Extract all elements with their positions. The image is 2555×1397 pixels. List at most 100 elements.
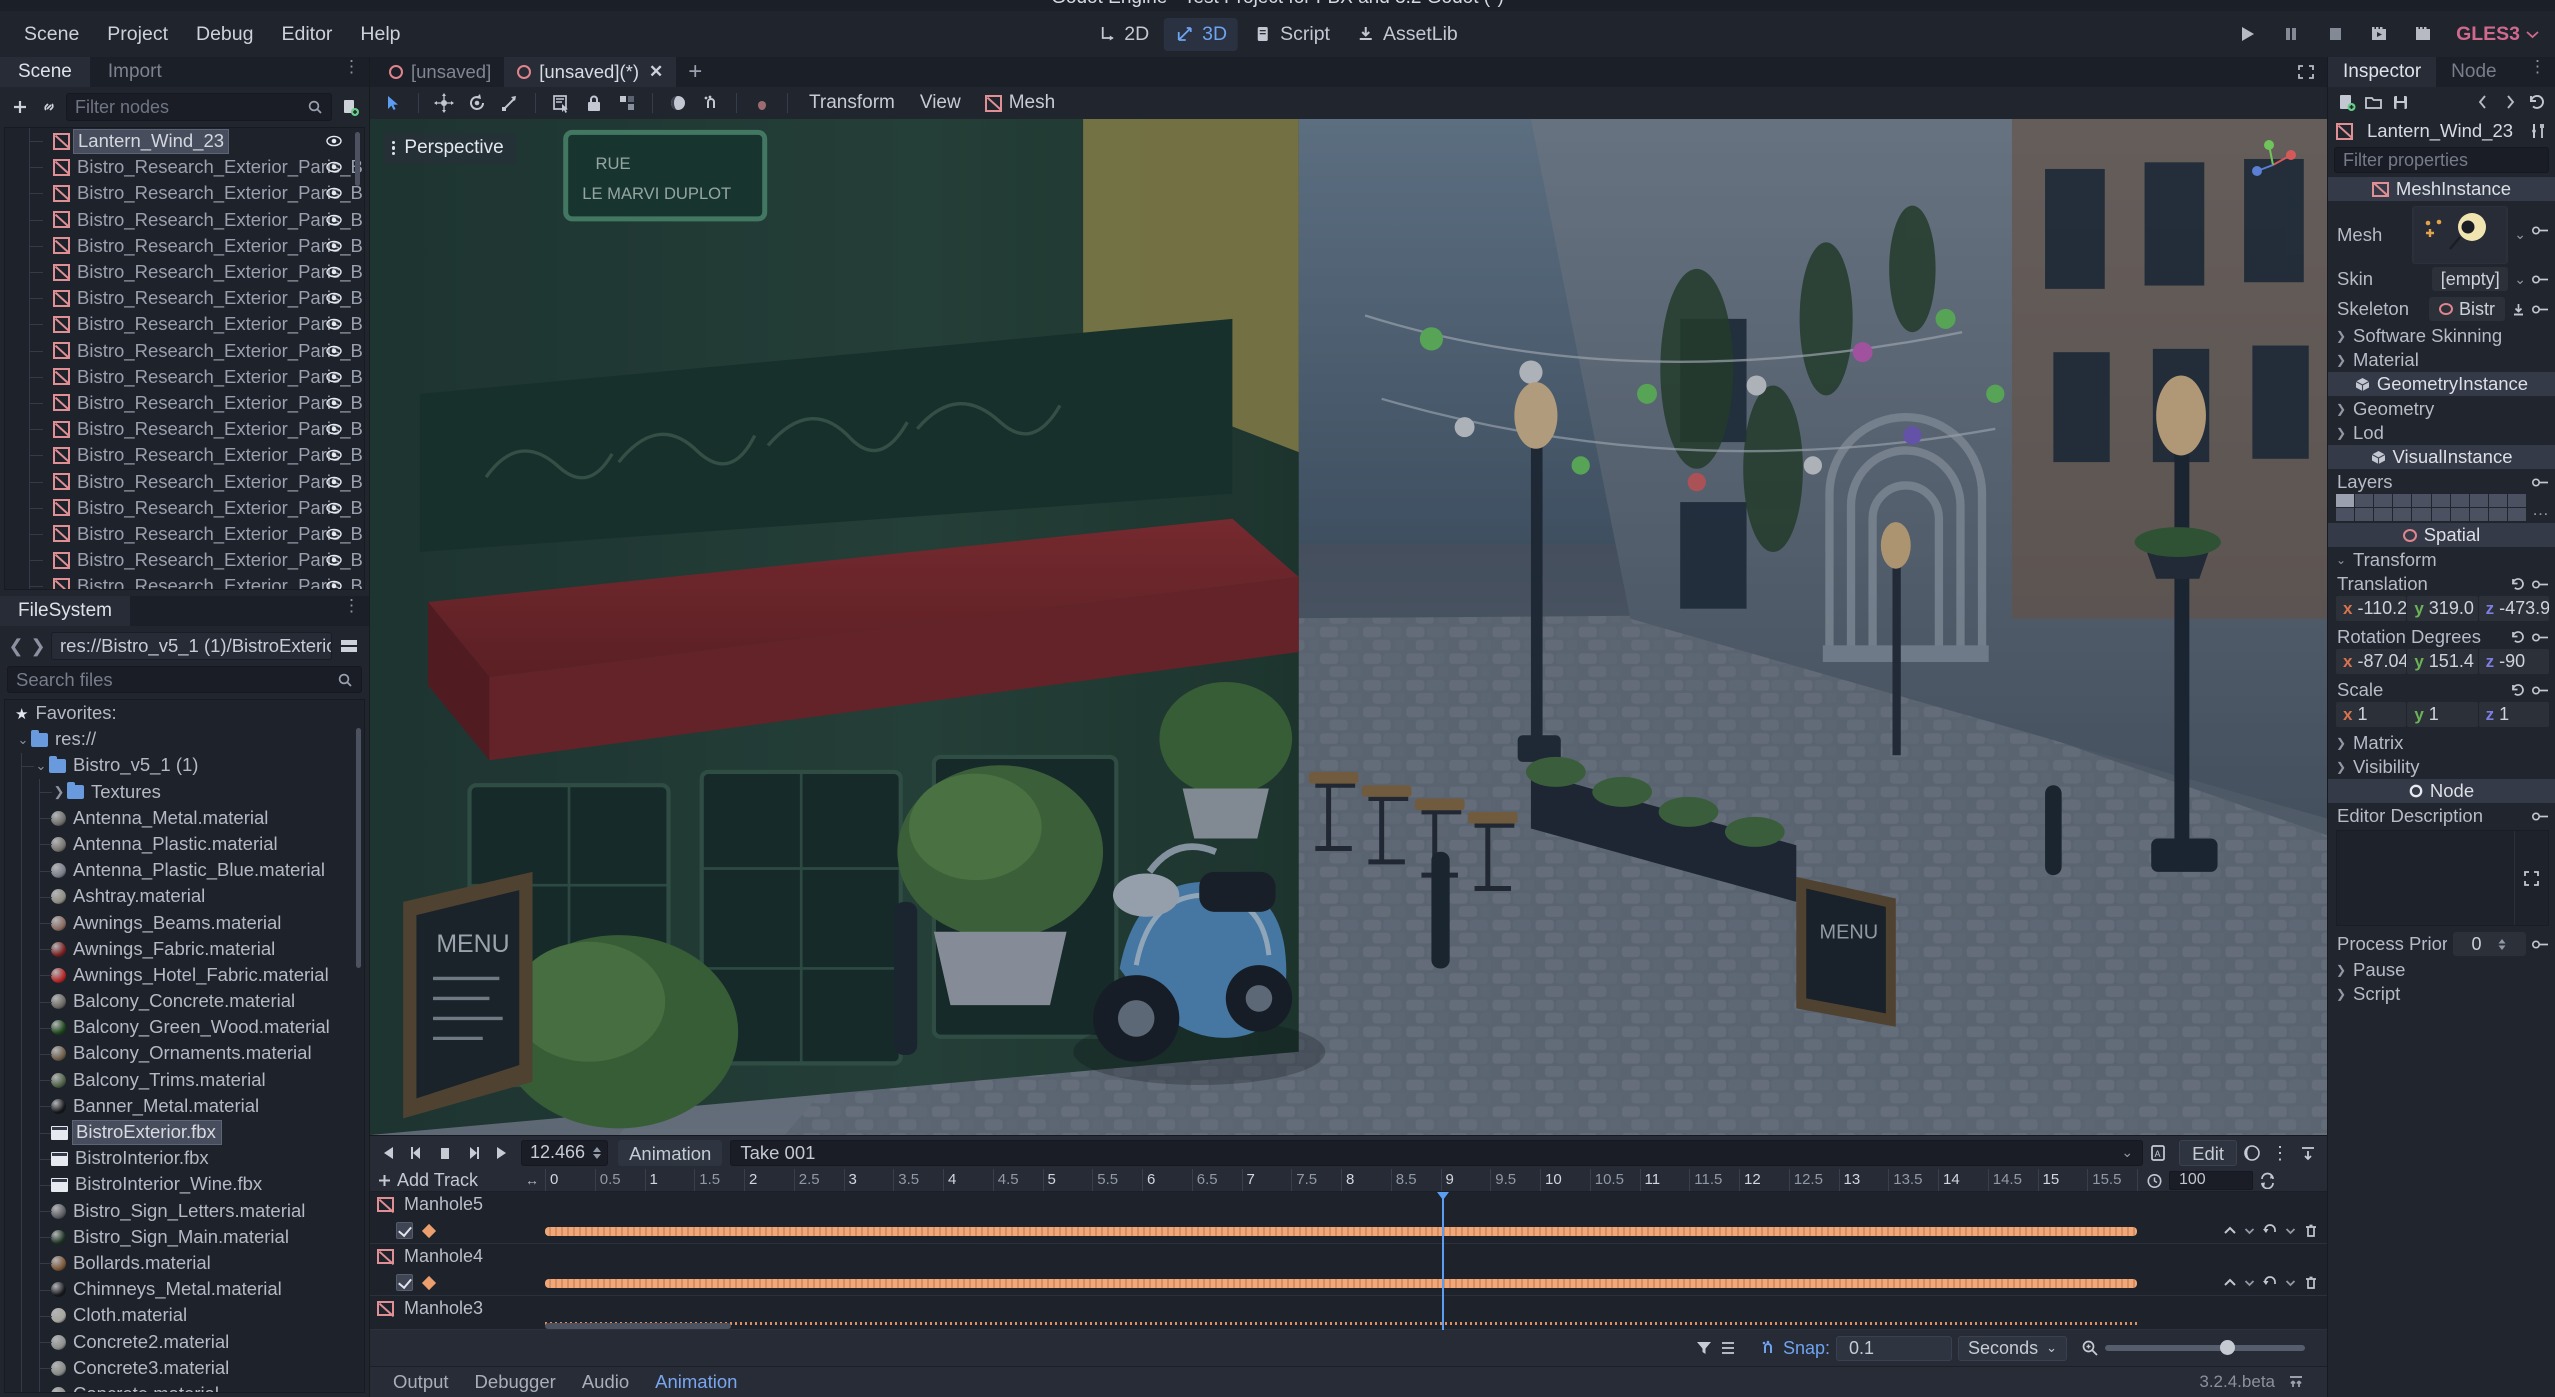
timeline-zoom-slider[interactable] [2105,1340,2305,1355]
filesystem-item[interactable]: Ashtray.material [5,883,364,910]
keyframe-key-icon[interactable] [2532,938,2549,951]
menu-debug[interactable]: Debug [182,18,267,51]
select-mode-icon[interactable] [378,90,408,116]
fold-script[interactable]: ❯ Script [2328,982,2555,1006]
layer-cells[interactable] [2336,494,2526,521]
script-add-icon[interactable] [338,94,361,120]
scene-tree-item[interactable]: Bistro_Research_Exterior_Paris_Buil [5,232,364,259]
fold-software-skinning[interactable]: ❯ Software Skinning [2328,324,2555,348]
keyframe-key-icon[interactable] [2532,303,2549,316]
scale-y-field[interactable]: y1 [2407,702,2478,727]
save-resource-icon[interactable] [2388,90,2413,114]
resize-arrows-icon[interactable]: ↔ [525,1172,539,1188]
scale-x-field[interactable]: x1 [2336,702,2407,727]
filesystem-item[interactable]: Balcony_Trims.material [5,1067,364,1094]
filesystem-item[interactable]: Bistro_Sign_Letters.material [5,1198,364,1225]
search-files-input[interactable] [16,668,337,691]
animation-menu-button[interactable]: Animation [618,1139,723,1166]
filesystem-tree[interactable]: ★ Favorites: ⌄ res://⌄ Bistro_v5_1 (1) ❯ Textu… [4,699,365,1393]
filesystem-item[interactable]: Concrete2.material [5,1328,364,1356]
scene-tab-unsaved-2[interactable]: [unsaved](*) ✕ [504,57,677,87]
fold-pause[interactable]: ❯ Pause [2328,958,2555,982]
visibility-eye-icon[interactable] [326,133,342,149]
onion-skinning-icon[interactable] [2239,1140,2265,1166]
keyframe-key-icon[interactable] [2532,631,2549,644]
keyframe-key-icon[interactable] [2532,810,2549,823]
filesystem-item[interactable]: Awnings_Fabric.material [5,936,364,963]
scene-tree-item[interactable]: Bistro_Research_Exterior_Paris_Buil [5,285,364,312]
tab-node[interactable]: Node [2436,57,2511,87]
editor-description-textarea[interactable] [2336,830,2549,926]
fold-transform[interactable]: ⌄ Transform [2328,548,2555,572]
filter-icon[interactable] [1695,1339,1713,1357]
group-icon[interactable] [612,90,642,116]
mode-script-button[interactable]: Script [1242,18,1341,51]
menu-project[interactable]: Project [93,18,182,51]
new-resource-icon[interactable] [2334,90,2359,114]
visibility-eye-icon[interactable] [326,290,342,306]
filesystem-item[interactable]: BistroInterior.fbx [5,1145,364,1172]
track-name-row[interactable]: Manhole4 [370,1244,2327,1270]
3d-viewport[interactable]: MENU MENU RUE LE MARVI DUPLOT Perspectiv… [370,119,2327,1135]
keyframe-strip[interactable] [545,1226,2137,1236]
visibility-eye-icon[interactable] [326,369,342,385]
chevron-down-icon[interactable]: ⌄ [15,732,31,748]
loop-wrap-icon[interactable] [2262,1275,2278,1290]
visibility-eye-icon[interactable] [326,447,342,463]
edit-button[interactable]: Edit [2179,1139,2237,1166]
expand-icon[interactable] [2514,831,2548,925]
visibility-eye-icon[interactable] [326,500,342,516]
filesystem-item[interactable]: Antenna_Plastic.material [5,831,364,858]
layers-grid[interactable]: … [2336,494,2549,521]
split-mode-icon[interactable] [336,637,362,655]
keyframe-key-icon[interactable] [2532,578,2549,591]
viewport-camera-menu[interactable]: Perspective [384,133,516,164]
filesystem-item[interactable]: Balcony_Green_Wood.material [5,1014,364,1041]
filesystem-item[interactable]: Antenna_Plastic_Blue.material [5,857,364,884]
scene-tree-item[interactable]: Bistro_Research_Exterior_Paris_Buil [5,389,364,417]
history-next-icon[interactable] [2497,90,2522,114]
mesh-menu[interactable]: Mesh [975,89,1065,117]
filesystem-item[interactable]: ⌄ Bistro_v5_1 (1) [5,752,364,780]
chevron-right-icon[interactable]: ❯ [51,784,67,800]
link-icon[interactable] [37,94,60,120]
filesystem-item[interactable]: Cloth.material [5,1302,364,1329]
visibility-eye-icon[interactable] [326,185,342,201]
chevron-down-icon[interactable]: ⌄ [2514,271,2526,288]
tab-scene[interactable]: Scene [0,57,90,87]
skeleton-value[interactable]: Bistr [2429,297,2505,321]
scene-tree-item[interactable]: Bistro_Research_Exterior_Paris_Buil [5,416,364,443]
path-forward-icon[interactable]: ❯ [29,636,47,657]
scene-tree-item[interactable]: Bistro_Research_Exterior_Paris_Buil [5,311,364,338]
search-files-box[interactable] [7,666,362,694]
mode-assetlib-button[interactable]: AssetLib [1345,18,1469,51]
fold-material[interactable]: ❯ Material [2328,348,2555,372]
scene-tree-item[interactable]: Bistro_Research_Exterior_Paris_Buil [5,363,364,390]
delete-icon[interactable] [2303,1223,2319,1239]
translation-x-field[interactable]: x -110.2 [2336,596,2407,621]
keyframe-diamond-icon[interactable] [421,1223,437,1238]
film-icon[interactable] [2412,23,2434,45]
current-path[interactable]: res://Bistro_v5_1 (1)/BistroExterior.fbx [51,632,332,661]
spinner-icon[interactable] [591,1144,603,1162]
chevron-down-icon[interactable]: ⌄ [33,758,49,774]
expand-icon[interactable] [2297,64,2315,80]
add-track-button[interactable]: Add Track ↔ [370,1169,545,1191]
track-key-row[interactable] [370,1218,2327,1244]
layers-more-icon[interactable]: … [2532,494,2549,520]
delete-icon[interactable] [2303,1275,2319,1291]
list-icon[interactable] [1719,1339,1737,1357]
tools-icon[interactable] [2529,122,2547,140]
transform-menu[interactable]: Transform [798,89,906,117]
scene-tree-item[interactable]: Bistro_Research_Exterior_Paris_Buil [5,442,364,469]
rotation-y-field[interactable]: y 151.4 [2407,649,2478,674]
assign-icon[interactable] [2511,302,2526,317]
renderer-selector[interactable]: GLES3 [2456,23,2539,46]
filesystem-scrollbar[interactable] [356,728,361,969]
fold-lod[interactable]: ❯ Lod [2328,421,2555,445]
filesystem-item[interactable]: BistroExterior.fbx [5,1119,364,1146]
scene-tree-item[interactable]: Bistro_Research_Exterior_Paris_Buil [5,494,364,521]
local-space-icon[interactable] [663,90,693,116]
play-icon[interactable] [2236,23,2258,45]
pin-animation-icon[interactable]: A [2145,1140,2171,1166]
